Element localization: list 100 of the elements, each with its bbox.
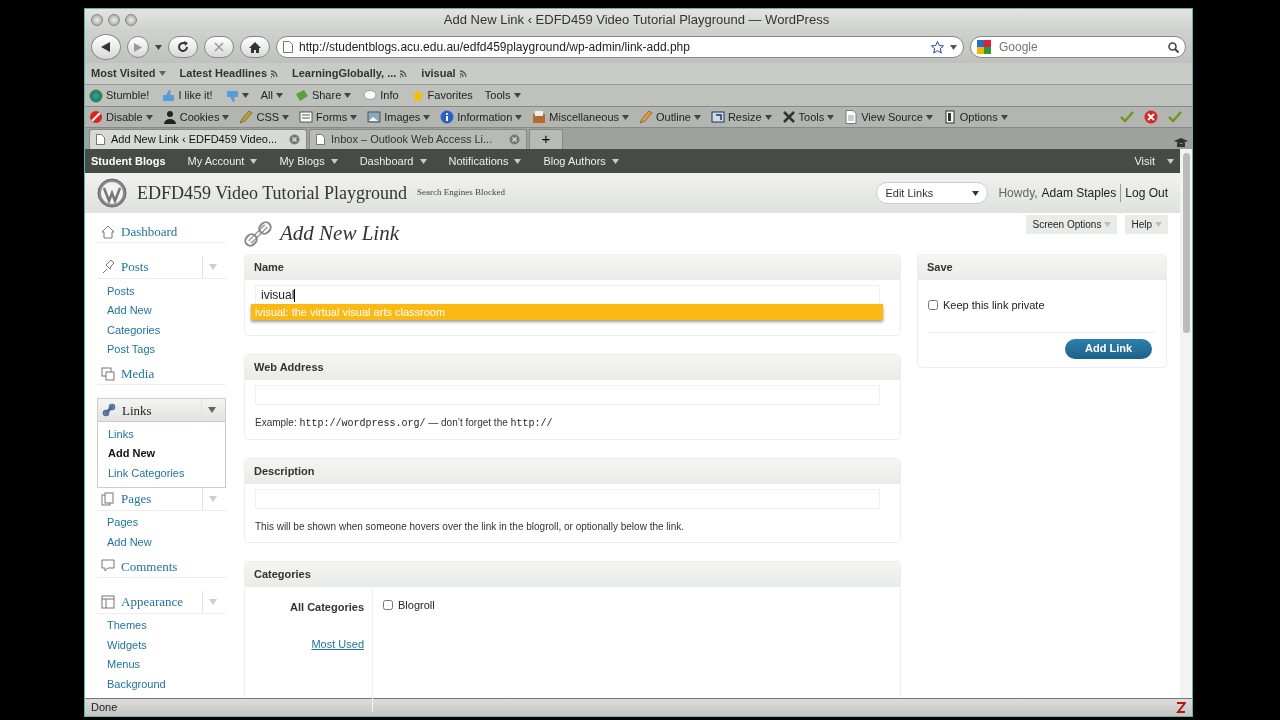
scrollbar[interactable] xyxy=(1180,149,1192,698)
menu-section[interactable]: Pages xyxy=(97,487,226,511)
caret-icon xyxy=(222,114,230,120)
admin-bar-menu[interactable]: My Blogs xyxy=(279,152,338,170)
close-icon[interactable] xyxy=(289,134,300,145)
toolbar-item[interactable]: Images xyxy=(367,108,431,126)
toolbar-item[interactable]: I like it! xyxy=(161,87,213,104)
submenu-item[interactable]: Background xyxy=(97,674,226,694)
caret-icon[interactable] xyxy=(950,44,957,50)
checkbox[interactable] xyxy=(383,600,393,611)
admin-bar-menu[interactable]: Blog Authors xyxy=(543,152,619,170)
toolbar-item[interactable]: Tools xyxy=(484,87,521,104)
admin-bar-menu[interactable]: My Account xyxy=(187,152,258,170)
stop-button[interactable] xyxy=(204,36,234,58)
back-button[interactable] xyxy=(91,34,121,60)
submenu-item[interactable]: Add New xyxy=(97,532,226,552)
name-field[interactable]: ivisual xyxy=(255,285,880,305)
category-tab[interactable]: All Categories xyxy=(290,599,364,616)
submenu-item[interactable]: Links xyxy=(98,424,225,444)
new-tab-button[interactable]: + xyxy=(529,129,563,149)
home-button[interactable] xyxy=(240,36,270,58)
menu-section[interactable]: Dashboard xyxy=(97,221,226,244)
toolbar-item[interactable]: Resize xyxy=(710,108,772,126)
toolbar-item[interactable]: Cookies xyxy=(162,108,230,126)
toolbar-item[interactable]: Favorites xyxy=(410,87,473,104)
logout-link[interactable]: Log Out xyxy=(1120,184,1168,202)
thumbs-down-button[interactable] xyxy=(224,88,249,103)
hat-icon[interactable] xyxy=(1174,137,1188,149)
menu-section[interactable]: Links xyxy=(97,398,226,423)
bookmark[interactable]: LearningGlobally, ... xyxy=(292,65,408,82)
action-dropdown[interactable]: Edit Links xyxy=(876,182,989,204)
add-link-button[interactable]: Add Link xyxy=(1065,338,1152,359)
browser-tab[interactable]: Add New Link ‹ EDFD459 Video... xyxy=(89,129,307,149)
toolbar-item[interactable]: Miscellaneous xyxy=(532,108,630,126)
browser-tab[interactable]: Inbox – Outlook Web Access Li... xyxy=(309,129,527,149)
search-icon[interactable] xyxy=(1168,41,1179,53)
pencil-icon xyxy=(639,110,654,124)
reload-button[interactable] xyxy=(168,36,198,58)
toolbar-item[interactable]: Tools xyxy=(781,108,835,126)
menu-section[interactable]: Posts xyxy=(97,256,226,280)
submenu-item[interactable]: Add New xyxy=(98,443,225,464)
admin-bar-menu[interactable]: Dashboard xyxy=(359,152,427,170)
checkbox[interactable] xyxy=(928,300,938,311)
google-icon[interactable] xyxy=(977,40,993,54)
submenu-item[interactable]: Themes xyxy=(97,615,226,636)
menu-section[interactable]: Media xyxy=(97,363,226,386)
check-icon[interactable] xyxy=(1168,111,1182,123)
toolbar-item[interactable]: Options xyxy=(942,108,1008,126)
submenu-item[interactable]: Pages xyxy=(97,512,226,533)
menu-section[interactable]: Comments xyxy=(97,555,226,579)
toolbar-item[interactable]: Outline xyxy=(639,108,701,126)
greeting-text: Howdy, xyxy=(998,185,1038,202)
caret-icon xyxy=(1167,158,1174,164)
window-controls[interactable] xyxy=(91,14,137,26)
submenu-item[interactable]: Posts xyxy=(97,281,226,301)
caret-icon[interactable] xyxy=(207,407,216,414)
toolbar-item[interactable]: Information xyxy=(440,108,523,126)
screen-tab[interactable]: Screen Options xyxy=(1026,215,1118,234)
back-icon xyxy=(101,42,111,52)
caret-icon[interactable] xyxy=(155,44,162,50)
user-link[interactable]: Adam Staples xyxy=(1041,184,1117,202)
toolbar-item[interactable]: Info xyxy=(363,87,399,104)
category-tab[interactable]: Most Used xyxy=(311,635,364,652)
site-title: EDFD459 Video Tutorial Playground xyxy=(137,181,408,205)
submenu-item[interactable]: Categories xyxy=(97,320,226,340)
admin-bar-brand[interactable]: Student Blogs xyxy=(91,152,166,170)
check-icon[interactable] xyxy=(1120,111,1134,123)
admin-bar-menu[interactable]: Visit xyxy=(1134,152,1174,170)
bookmark[interactable]: ivisual xyxy=(421,65,467,82)
toolbar-item[interactable]: Disable xyxy=(89,108,153,126)
submenu-item[interactable]: Add New xyxy=(97,300,226,321)
bookmark[interactable]: Most Visited xyxy=(91,65,166,82)
toolbar-item[interactable]: All xyxy=(260,87,283,104)
admin-bar-menu[interactable]: Notifications xyxy=(448,152,522,170)
pencil-icon xyxy=(239,110,254,124)
toolbar-item[interactable]: Share xyxy=(294,87,352,104)
toolbar-item[interactable]: CSS xyxy=(239,108,290,126)
address-field[interactable]: http://studentblogs.acu.edu.au/edfd459playground/wp-admin/link-add.php xyxy=(276,36,964,58)
screen-tab[interactable]: Help xyxy=(1125,215,1168,234)
submenu-item[interactable]: Widgets xyxy=(97,635,226,655)
home-icon xyxy=(101,224,115,239)
toolbar-item[interactable]: Forms xyxy=(299,108,358,126)
submenu-item[interactable]: Link Categories xyxy=(98,463,225,483)
toolbar-item[interactable]: Stumble! xyxy=(89,87,150,104)
page-icon xyxy=(283,41,293,53)
search-field[interactable]: Google xyxy=(970,36,1186,58)
zotero-icon[interactable] xyxy=(1176,702,1186,713)
error-icon[interactable] xyxy=(1144,110,1158,124)
caret-icon xyxy=(419,158,427,164)
checkbox-label: Blogroll xyxy=(398,598,435,613)
submenu-item[interactable]: Menus xyxy=(97,654,226,675)
panel-heading: Name xyxy=(245,255,900,280)
star-icon[interactable] xyxy=(931,40,944,54)
bookmark[interactable]: Latest Headlines xyxy=(179,65,278,82)
menu-section[interactable]: Appearance xyxy=(97,590,226,614)
forward-button[interactable] xyxy=(127,36,149,58)
panel-heading: Web Address xyxy=(245,355,900,380)
toolbar-item[interactable]: View Source xyxy=(844,108,933,126)
close-icon[interactable] xyxy=(509,134,520,145)
submenu-item[interactable]: Post Tags xyxy=(97,339,226,360)
